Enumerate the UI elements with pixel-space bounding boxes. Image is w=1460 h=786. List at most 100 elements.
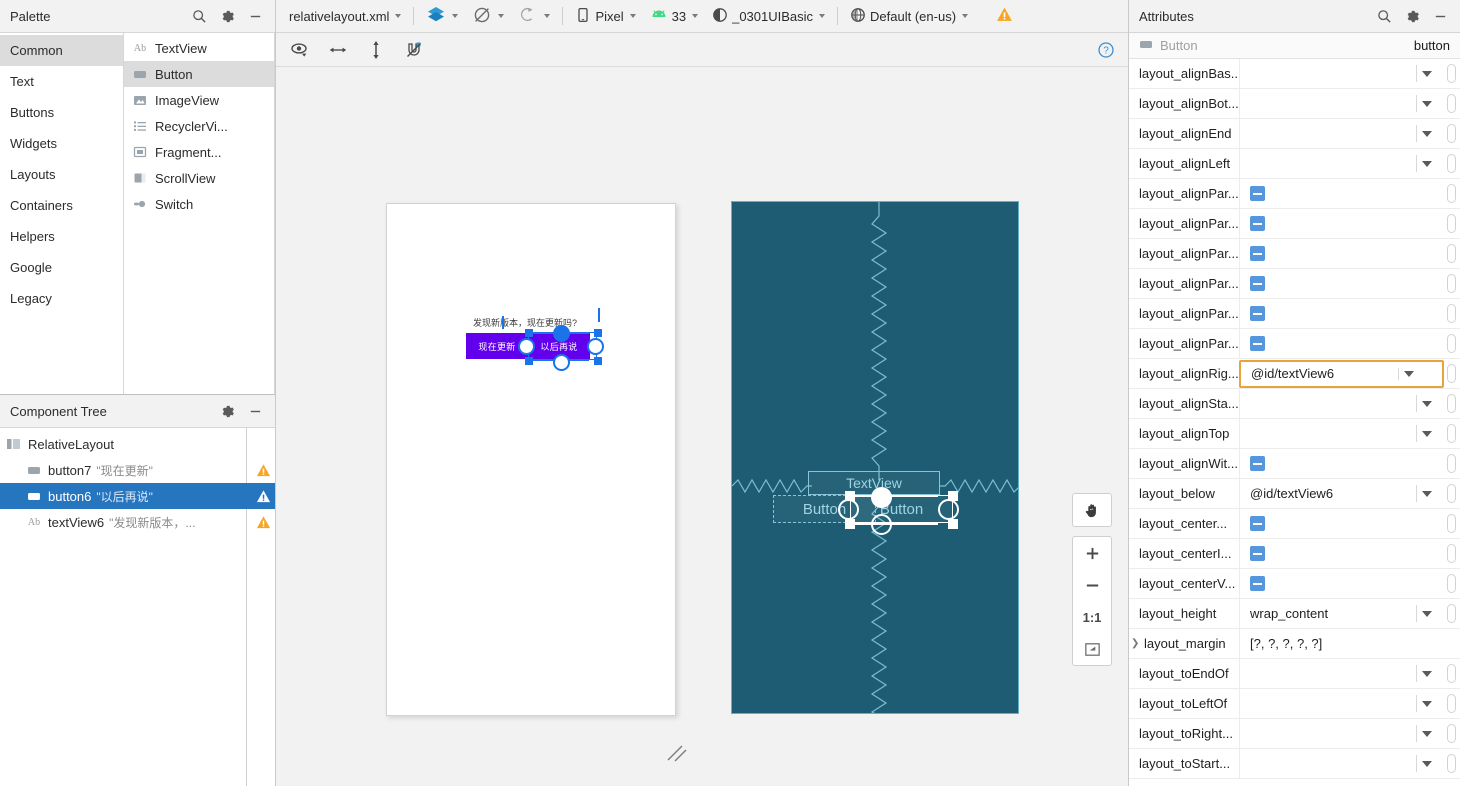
gear-icon[interactable] <box>219 403 235 419</box>
theme-selector[interactable]: _0301UIBasic <box>705 4 832 28</box>
device-selector[interactable]: Pixel <box>568 4 642 28</box>
minimize-icon[interactable] <box>1432 8 1448 24</box>
visibility-eye-icon[interactable] <box>290 40 310 60</box>
search-icon[interactable] <box>191 8 207 24</box>
file-selector[interactable]: relativelayout.xml <box>282 4 408 28</box>
attr-row-layout-alignparent-3[interactable]: layout_alignPar... <box>1129 239 1460 269</box>
palette-group-google[interactable]: Google <box>0 252 123 283</box>
tree-node-button7[interactable]: button7 "现在更新" <box>0 457 275 483</box>
constraint-anchor-left[interactable] <box>518 338 535 355</box>
attr-value-indicator[interactable] <box>1447 514 1456 533</box>
attr-value-indicator[interactable] <box>1447 484 1456 503</box>
selection-handle-tl[interactable] <box>525 329 533 337</box>
tristate-checkbox[interactable] <box>1250 276 1265 291</box>
constraint-anchor-bottom[interactable] <box>553 354 570 371</box>
chevron-right-icon[interactable]: ❯ <box>1131 638 1141 649</box>
attr-row-layout-centerhorizontal[interactable]: layout_center... <box>1129 509 1460 539</box>
selection-handle-bl[interactable] <box>525 357 533 365</box>
attr-value-indicator[interactable] <box>1447 64 1456 83</box>
attr-value-focused[interactable]: @id/textView6 <box>1239 359 1444 388</box>
tristate-checkbox[interactable] <box>1250 336 1265 351</box>
palette-group-legacy[interactable]: Legacy <box>0 283 123 314</box>
chevron-down-icon[interactable] <box>1416 149 1438 178</box>
constraint-anchor-top[interactable] <box>553 325 570 342</box>
zoom-actual-button[interactable]: 1:1 <box>1073 601 1111 633</box>
attr-value-indicator[interactable] <box>1447 94 1456 113</box>
palette-group-widgets[interactable]: Widgets <box>0 128 123 159</box>
attr-value-indicator[interactable] <box>1447 244 1456 263</box>
blueprint-preview-device[interactable]: TextView Button Button <box>731 201 1019 714</box>
attr-value-indicator[interactable] <box>1447 214 1456 233</box>
blueprint-anchor-left[interactable] <box>838 499 859 520</box>
palette-item-textview[interactable]: Ab TextView <box>124 35 274 61</box>
api-selector[interactable]: 33 <box>643 4 705 28</box>
blueprint-anchor-top[interactable] <box>871 487 892 508</box>
attr-value[interactable]: wrap_content <box>1239 599 1460 628</box>
chevron-down-icon[interactable] <box>1416 59 1438 88</box>
blueprint-anchor-bottom[interactable] <box>871 514 892 535</box>
attr-row-layout-alignright[interactable]: layout_alignRig... @id/textView6 <box>1129 359 1460 389</box>
blueprint-mode-button[interactable] <box>465 4 511 28</box>
gear-icon[interactable] <box>219 8 235 24</box>
attr-value[interactable] <box>1239 59 1460 88</box>
zoom-fit-button[interactable] <box>1073 633 1111 665</box>
tristate-checkbox[interactable] <box>1250 306 1265 321</box>
blueprint-handle-br[interactable] <box>948 519 958 529</box>
preview-resize-handle[interactable] <box>664 739 690 765</box>
chevron-down-icon[interactable] <box>1416 89 1438 118</box>
attr-row-layout-alignparent-4[interactable]: layout_alignPar... <box>1129 269 1460 299</box>
chevron-down-icon[interactable] <box>1398 362 1420 386</box>
attr-row-layout-alignbottom[interactable]: layout_alignBot... <box>1129 89 1460 119</box>
attr-value[interactable] <box>1239 569 1460 598</box>
locale-selector[interactable]: Default (en-us) <box>843 4 975 28</box>
tristate-checkbox[interactable] <box>1250 246 1265 261</box>
chevron-down-icon[interactable] <box>1416 719 1438 748</box>
palette-item-fragment[interactable]: Fragment... <box>124 139 274 165</box>
attr-value-indicator[interactable] <box>1447 184 1456 203</box>
attr-value[interactable] <box>1239 239 1460 268</box>
zoom-in-button[interactable] <box>1073 537 1111 569</box>
tristate-checkbox[interactable] <box>1250 186 1265 201</box>
vertical-arrows-icon[interactable] <box>366 40 386 60</box>
attr-value[interactable] <box>1239 659 1460 688</box>
minimize-icon[interactable] <box>247 403 263 419</box>
selection-handle-tr[interactable] <box>594 329 602 337</box>
blueprint-anchor-right[interactable] <box>938 499 959 520</box>
attr-value-indicator[interactable] <box>1447 544 1456 563</box>
attr-value[interactable]: [?, ?, ?, ?, ?] <box>1239 629 1460 658</box>
attr-value[interactable] <box>1239 449 1460 478</box>
attr-value[interactable] <box>1239 389 1460 418</box>
attr-row-layout-toendof[interactable]: layout_toEndOf <box>1129 659 1460 689</box>
attr-value-indicator[interactable] <box>1447 394 1456 413</box>
attr-value[interactable] <box>1239 269 1460 298</box>
tristate-checkbox[interactable] <box>1250 216 1265 231</box>
palette-item-imageview[interactable]: ImageView <box>124 87 274 113</box>
palette-group-buttons[interactable]: Buttons <box>0 97 123 128</box>
attr-value-indicator[interactable] <box>1447 604 1456 623</box>
render-warning-button[interactable] <box>989 4 1020 28</box>
attr-row-layout-height[interactable]: layout_height wrap_content <box>1129 599 1460 629</box>
palette-item-switch[interactable]: Switch <box>124 191 274 217</box>
magnet-off-icon[interactable] <box>404 40 424 60</box>
chevron-down-icon[interactable] <box>1416 419 1438 448</box>
attr-value-indicator[interactable] <box>1447 754 1456 773</box>
attr-value-indicator[interactable] <box>1447 724 1456 743</box>
palette-group-text[interactable]: Text <box>0 66 123 97</box>
attr-value-indicator[interactable] <box>1447 334 1456 353</box>
chevron-down-icon[interactable] <box>1416 599 1438 628</box>
attr-row-layout-alignleft[interactable]: layout_alignLeft <box>1129 149 1460 179</box>
attr-value[interactable] <box>1239 539 1460 568</box>
attr-row-layout-alignwithparent[interactable]: layout_alignWit... <box>1129 449 1460 479</box>
attr-row-layout-tostartof[interactable]: layout_toStart... <box>1129 749 1460 779</box>
attr-value[interactable] <box>1239 329 1460 358</box>
attr-value[interactable] <box>1239 179 1460 208</box>
palette-group-containers[interactable]: Containers <box>0 190 123 221</box>
attributes-row-list[interactable]: layout_alignBas... layout_alignBot... la… <box>1129 59 1460 786</box>
palette-item-recyclerview[interactable]: RecyclerVi... <box>124 113 274 139</box>
pan-hand-button[interactable] <box>1073 494 1111 526</box>
attr-value[interactable] <box>1239 89 1460 118</box>
design-mode-button[interactable] <box>419 4 465 28</box>
chevron-down-icon[interactable] <box>1416 119 1438 148</box>
tristate-checkbox[interactable] <box>1250 456 1265 471</box>
attr-row-layout-alignparent-6[interactable]: layout_alignPar... <box>1129 329 1460 359</box>
